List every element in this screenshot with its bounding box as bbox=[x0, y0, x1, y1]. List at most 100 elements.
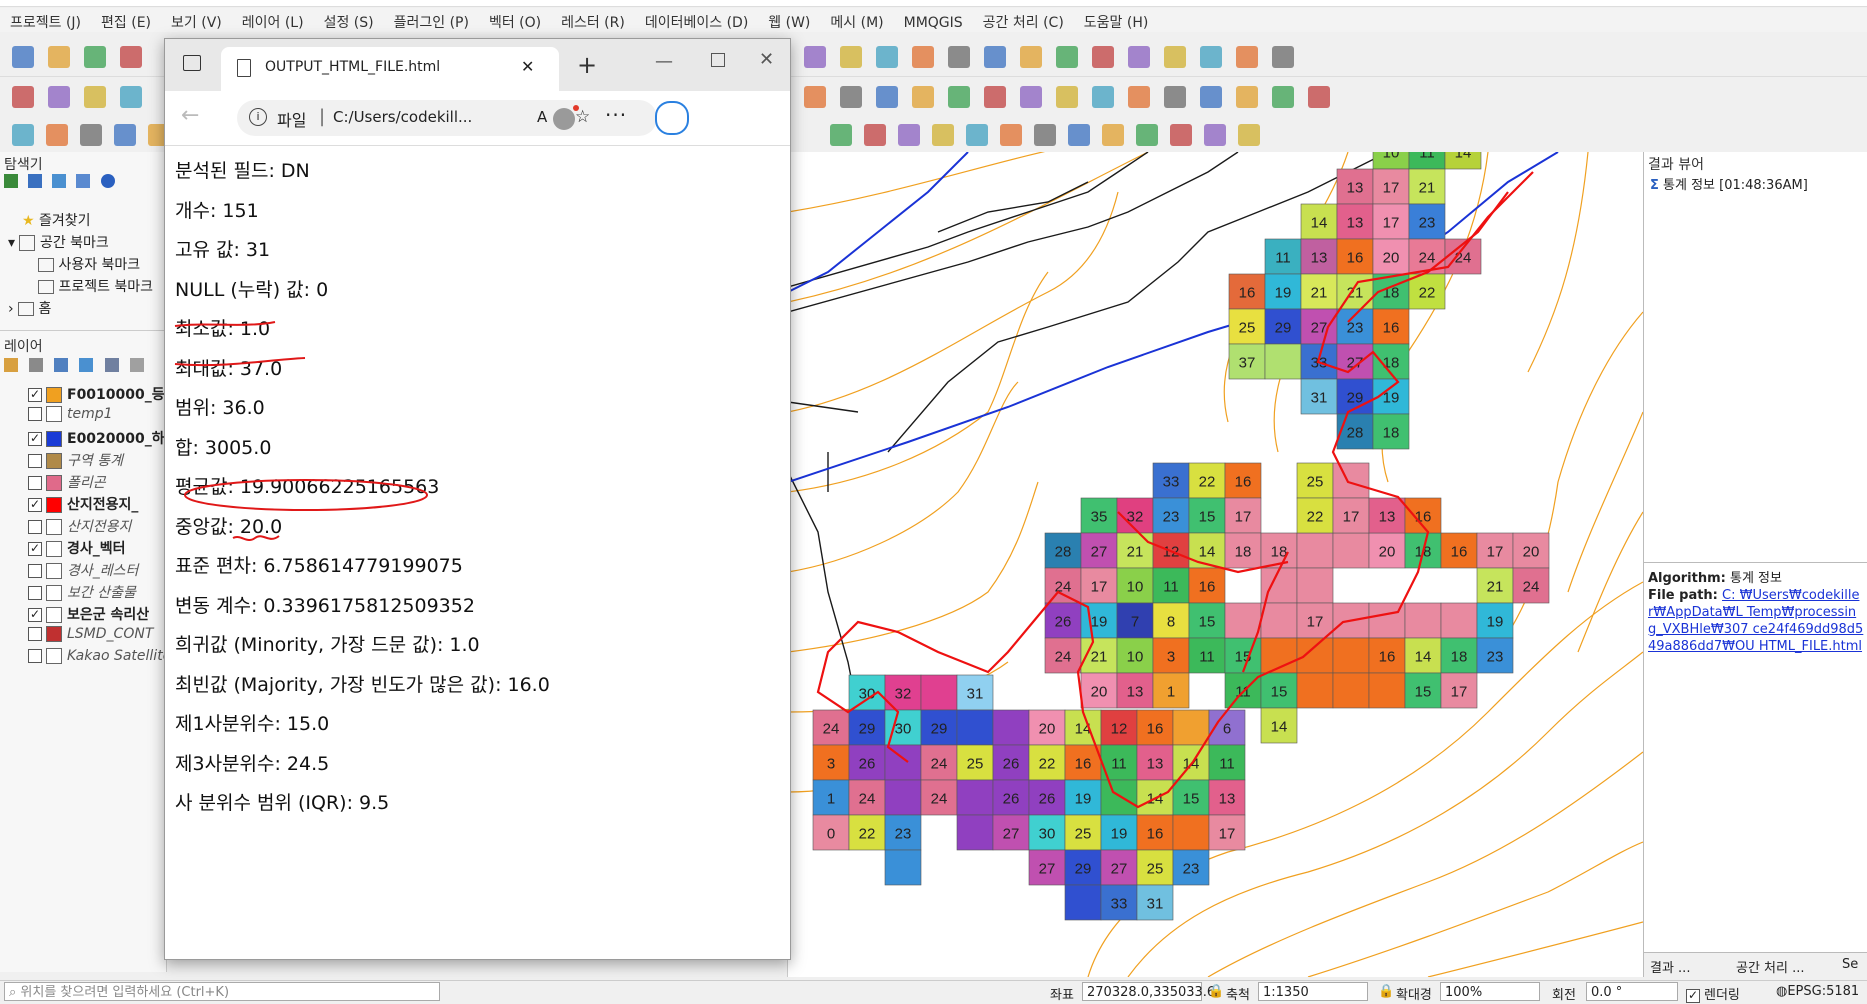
menu-item[interactable]: 데이터베이스 (D) bbox=[635, 8, 758, 32]
new-tab-icon[interactable]: + bbox=[577, 51, 597, 79]
toolbar-tool-icon[interactable] bbox=[948, 46, 970, 68]
address-bar[interactable]: i 파일 | C:/Users/codekill... A ☆ bbox=[237, 100, 657, 136]
toolbar-tool-icon[interactable] bbox=[12, 46, 34, 68]
style-icon[interactable] bbox=[4, 358, 18, 372]
toolbar-tool-icon[interactable] bbox=[120, 46, 142, 68]
toolbar-tool-icon[interactable] bbox=[840, 46, 862, 68]
menu-item[interactable]: 도움말 (H) bbox=[1074, 8, 1159, 32]
menu-item[interactable]: 레이어 (L) bbox=[232, 8, 314, 32]
layer-checkbox[interactable] bbox=[28, 407, 42, 421]
layer-checkbox[interactable] bbox=[28, 476, 42, 490]
menu-item[interactable]: 공간 처리 (C) bbox=[973, 8, 1074, 32]
browser-item-favorites[interactable]: ★ 즐겨찾기 bbox=[22, 210, 91, 230]
toolbar-tool-icon[interactable] bbox=[80, 124, 102, 146]
toolbar-tool-icon[interactable] bbox=[932, 124, 954, 146]
browser-item-user-bookmarks[interactable]: 사용자 북마크 bbox=[38, 254, 140, 274]
toolbar-tool-icon[interactable] bbox=[46, 124, 68, 146]
toolbar-tool-icon[interactable] bbox=[948, 86, 970, 108]
menu-item[interactable]: 벡터 (O) bbox=[479, 8, 551, 32]
layer-checkbox[interactable]: ✓ bbox=[28, 542, 42, 556]
toolbar-tool-icon[interactable] bbox=[1068, 124, 1090, 146]
browser-tab[interactable]: OUTPUT_HTML_FILE.html ✕ bbox=[221, 47, 559, 91]
toolbar-tool-icon[interactable] bbox=[12, 86, 34, 108]
toolbar-tool-icon[interactable] bbox=[984, 46, 1006, 68]
toolbar-tool-icon[interactable] bbox=[1000, 124, 1022, 146]
toolbar-tool-icon[interactable] bbox=[1204, 124, 1226, 146]
toolbar-tool-icon[interactable] bbox=[1164, 46, 1186, 68]
render-checkbox[interactable]: ✓ 렌더링 bbox=[1686, 984, 1740, 1003]
toolbar-tool-icon[interactable] bbox=[1164, 86, 1186, 108]
tab-actions-icon[interactable] bbox=[183, 55, 201, 71]
toolbar-tool-icon[interactable] bbox=[1128, 86, 1150, 108]
layer-item[interactable]: Kakao Satellite bbox=[28, 648, 171, 664]
toolbar-tool-icon[interactable] bbox=[804, 86, 826, 108]
back-icon[interactable]: ← bbox=[181, 103, 199, 128]
close-tab-icon[interactable]: ✕ bbox=[521, 57, 534, 76]
more-icon[interactable]: ··· bbox=[605, 103, 627, 127]
toolbar-tool-icon[interactable] bbox=[1238, 124, 1260, 146]
menu-item[interactable]: 프로젝트 (J) bbox=[0, 8, 91, 32]
results-entry[interactable]: Σ 통계 정보 [01:48:36AM] bbox=[1650, 174, 1808, 193]
crs-button[interactable]: ◍EPSG:5181 bbox=[1776, 984, 1859, 999]
expand-all-icon[interactable] bbox=[129, 358, 144, 372]
layer-checkbox[interactable] bbox=[28, 649, 42, 663]
menu-item[interactable]: 레스터 (R) bbox=[551, 8, 635, 32]
toolbar-tool-icon[interactable] bbox=[84, 86, 106, 108]
layer-item[interactable]: 폴리곤 bbox=[28, 472, 106, 492]
close-window-icon[interactable]: ✕ bbox=[759, 49, 774, 70]
toolbar-tool-icon[interactable] bbox=[1092, 86, 1114, 108]
layer-checkbox[interactable]: ✓ bbox=[28, 498, 42, 512]
menu-item[interactable]: MMQGIS bbox=[894, 11, 973, 31]
toolbar-tool-icon[interactable] bbox=[1170, 124, 1192, 146]
magnifier-field[interactable]: 100% bbox=[1440, 982, 1540, 1001]
menu-item[interactable]: 메시 (M) bbox=[820, 8, 893, 32]
toolbar-tool-icon[interactable] bbox=[1128, 46, 1150, 68]
layer-item[interactable]: ✓ 경사_벡터 bbox=[28, 538, 126, 558]
toolbar-tool-icon[interactable] bbox=[1034, 124, 1056, 146]
layer-item[interactable]: 산지전용지 bbox=[28, 516, 131, 536]
toolbar-tool-icon[interactable] bbox=[898, 124, 920, 146]
toolbar-tool-icon[interactable] bbox=[1200, 86, 1222, 108]
toolbar-tool-icon[interactable] bbox=[1020, 46, 1042, 68]
refresh-icon[interactable] bbox=[28, 174, 43, 188]
minimize-icon[interactable]: — bbox=[655, 51, 673, 72]
toolbar-tool-icon[interactable] bbox=[120, 86, 142, 108]
layer-checkbox[interactable]: ✓ bbox=[28, 608, 42, 622]
toolbar-tool-icon[interactable] bbox=[876, 46, 898, 68]
toolbar-tool-icon[interactable] bbox=[1236, 86, 1258, 108]
toolbar-tool-icon[interactable] bbox=[48, 46, 70, 68]
layer-checkbox[interactable] bbox=[28, 627, 42, 641]
browser-item-spatial-bookmarks[interactable]: ▾ 공간 북마크 bbox=[8, 232, 109, 252]
maximize-icon[interactable] bbox=[711, 53, 725, 67]
menu-item[interactable]: 플러그인 (P) bbox=[384, 8, 479, 32]
add-group-icon[interactable] bbox=[29, 358, 44, 372]
layer-item[interactable]: ✓ 보은군 속리산 bbox=[28, 604, 149, 624]
toolbar-tool-icon[interactable] bbox=[966, 124, 988, 146]
layer-item[interactable]: temp1 bbox=[28, 406, 113, 422]
layer-checkbox[interactable] bbox=[28, 564, 42, 578]
expression-icon[interactable] bbox=[104, 358, 119, 372]
filter-icon[interactable] bbox=[52, 174, 67, 188]
toolbar-tool-icon[interactable] bbox=[1236, 46, 1258, 68]
toolbar-tool-icon[interactable] bbox=[804, 46, 826, 68]
layer-checkbox[interactable] bbox=[28, 586, 42, 600]
toolbar-tool-icon[interactable] bbox=[1272, 46, 1294, 68]
browser-item-project-bookmarks[interactable]: 프로젝트 북마크 bbox=[38, 276, 153, 296]
toolbar-tool-icon[interactable] bbox=[840, 86, 862, 108]
layer-item[interactable]: ✓ 산지전용지_ bbox=[28, 494, 138, 514]
map-canvas[interactable]: 10 11 14 13 17 21 14 13 17 23 11 13 16 20 24 24 16 19 21 21… bbox=[787, 152, 1643, 977]
toolbar-tool-icon[interactable] bbox=[1136, 124, 1158, 146]
info-icon[interactable]: i bbox=[249, 108, 267, 126]
toolbar-tool-icon[interactable] bbox=[1020, 86, 1042, 108]
rotation-field[interactable]: 0.0 ° bbox=[1586, 982, 1678, 1001]
toolbar-tool-icon[interactable] bbox=[1200, 46, 1222, 68]
layer-item[interactable]: 경사_레스터 bbox=[28, 560, 138, 580]
toolbar-tool-icon[interactable] bbox=[84, 46, 106, 68]
toolbar-tool-icon[interactable] bbox=[12, 124, 34, 146]
layer-checkbox[interactable] bbox=[28, 454, 42, 468]
add-icon[interactable] bbox=[4, 174, 18, 188]
layer-item[interactable]: LSMD_CONT bbox=[28, 626, 153, 642]
toolbar-tool-icon[interactable] bbox=[1056, 86, 1078, 108]
toolbar-tool-icon[interactable] bbox=[48, 86, 70, 108]
browser-item-home[interactable]: › 홈 bbox=[8, 298, 51, 318]
